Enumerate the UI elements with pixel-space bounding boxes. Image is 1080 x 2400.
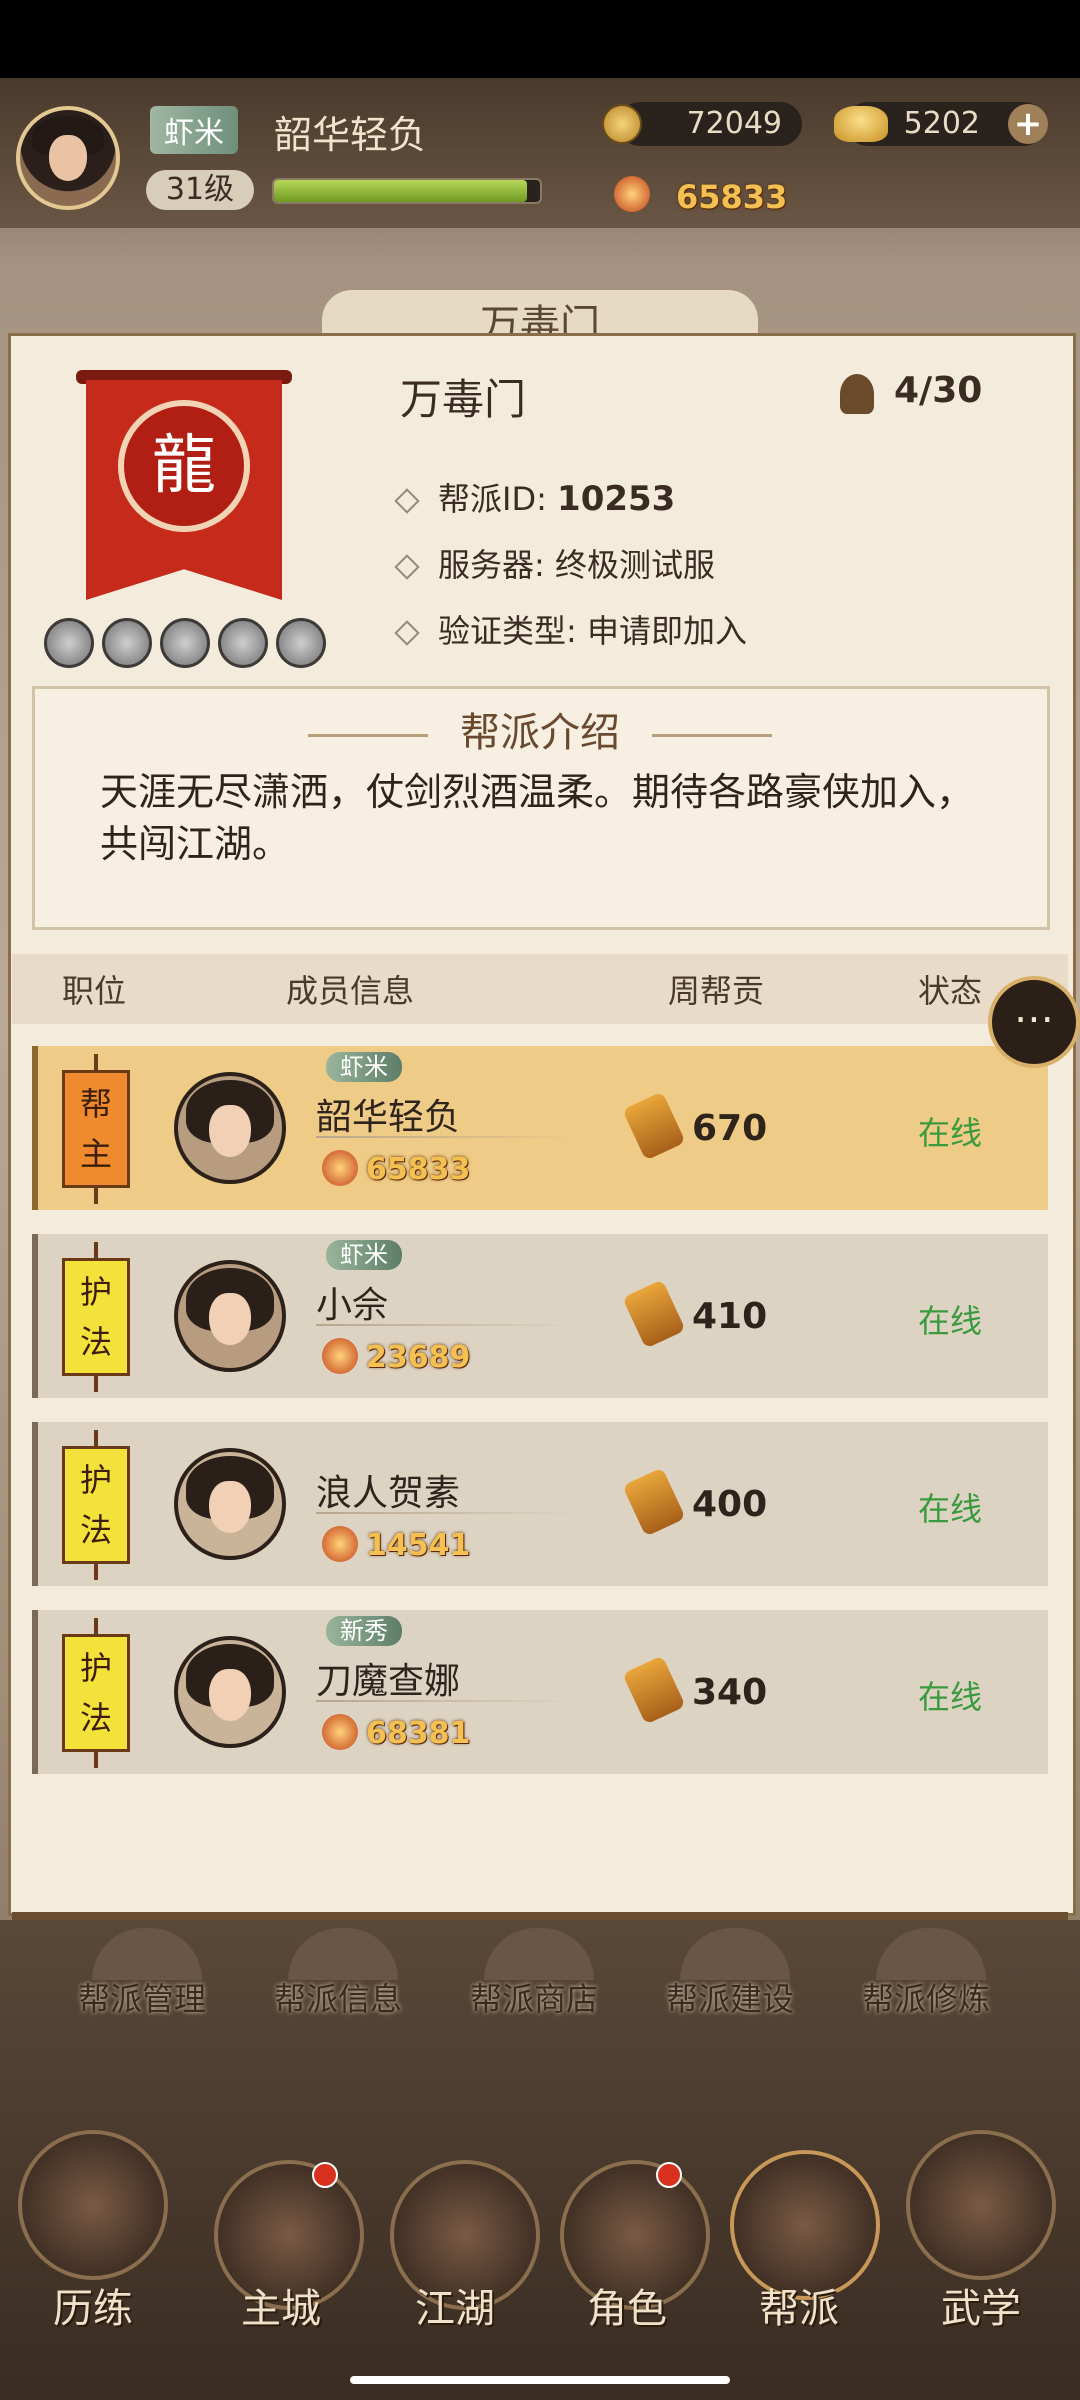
member-contribution: 410 — [692, 1296, 768, 1337]
verify-label: 验证类型: — [438, 612, 577, 650]
member-avatar[interactable] — [174, 1072, 286, 1184]
badge-icon-3 — [160, 618, 210, 668]
intro-title: 帮派介绍 — [460, 710, 620, 756]
member-status: 在线 — [918, 1678, 983, 1716]
nav-martial[interactable]: 武学 — [906, 2276, 1056, 2334]
verify-row: 验证类型: 申请即加入 — [394, 606, 747, 652]
member-status: 在线 — [918, 1490, 983, 1528]
badge-icon-5 — [276, 618, 326, 668]
member-name: 刀魔查娜 — [316, 1661, 461, 1702]
member-avatar[interactable] — [174, 1636, 286, 1748]
member-contribution: 670 — [692, 1108, 768, 1149]
name-underline — [316, 1136, 576, 1138]
guild-id-row: 帮派ID: 10253 — [394, 474, 676, 520]
player-avatar[interactable] — [16, 106, 120, 210]
diamond-bullet-icon — [394, 488, 420, 514]
role-badge: 护法 — [62, 1258, 130, 1376]
guild-cultivate-button[interactable]: 帮派修炼 — [862, 1974, 990, 2020]
nav-martial-icon[interactable] — [906, 2130, 1056, 2280]
member-avatar[interactable] — [174, 1448, 286, 1560]
member-contribution: 400 — [692, 1484, 768, 1525]
flame-icon — [322, 1714, 358, 1750]
guild-info-button[interactable]: 帮派信息 — [274, 1974, 402, 2020]
guild-build-button[interactable]: 帮派建设 — [666, 1974, 794, 2020]
role-badge: 护法 — [62, 1634, 130, 1752]
intro-text: 天涯无尽潇洒，仗剑烈酒温柔。期待各路豪侠加入，共闯江湖。 — [100, 770, 975, 866]
member-icon — [840, 374, 874, 414]
diamond-bullet-icon — [394, 620, 420, 646]
home-indicator — [350, 2376, 730, 2384]
diamond-bullet-icon — [394, 554, 420, 580]
badge-icon-1 — [44, 618, 94, 668]
flame-icon — [322, 1338, 358, 1374]
member-power: 23689 — [366, 1340, 471, 1375]
nav-city[interactable]: 主城 — [206, 2276, 356, 2334]
verify-value: 申请即加入 — [586, 612, 747, 650]
member-power: 14541 — [366, 1528, 471, 1563]
badge-icon-4 — [218, 618, 268, 668]
gold-ingot-icon — [834, 106, 888, 142]
member-rank-tag: 虾米 — [326, 1240, 402, 1270]
flame-icon — [322, 1150, 358, 1186]
nav-training[interactable]: 历练 — [18, 2276, 168, 2334]
guild-manage-button[interactable]: 帮派管理 — [78, 1974, 206, 2020]
nav-jianghu[interactable]: 江湖 — [380, 2276, 530, 2334]
role-badge: 帮主 — [62, 1070, 130, 1188]
name-underline — [316, 1324, 576, 1326]
member-table-header — [12, 954, 1068, 1024]
header-member-info: 成员信息 — [286, 972, 415, 1010]
exp-bar-fill — [274, 180, 527, 202]
server-value: 终极测试服 — [554, 546, 715, 584]
coin-icon — [602, 104, 642, 144]
header-weekly-contribution: 周帮贡 — [668, 972, 765, 1010]
member-contribution: 340 — [692, 1672, 768, 1713]
member-name: 浪人贺素 — [316, 1473, 461, 1514]
member-name: 小佘 — [316, 1285, 389, 1326]
member-rank-tag: 虾米 — [326, 1052, 402, 1082]
header-status: 状态 — [918, 972, 983, 1010]
member-name: 韶华轻负 — [316, 1097, 461, 1138]
member-status: 在线 — [918, 1114, 983, 1152]
member-status: 在线 — [918, 1302, 983, 1340]
guild-name: 万毒门 — [400, 375, 527, 424]
flame-icon — [322, 1526, 358, 1562]
nav-training-icon[interactable] — [18, 2130, 168, 2280]
player-power: 65833 — [676, 178, 788, 216]
role-badge: 护法 — [62, 1446, 130, 1564]
chat-bubble-icon[interactable]: ⋯ — [988, 976, 1080, 1068]
member-count: 4/30 — [894, 370, 983, 411]
member-power: 68381 — [366, 1716, 471, 1751]
name-underline — [316, 1700, 576, 1702]
notification-dot — [656, 2162, 682, 2188]
player-level: 31级 — [146, 170, 254, 210]
coins-display: 72049 — [618, 102, 802, 146]
member-power: 65833 — [366, 1152, 471, 1187]
server-label: 服务器: — [438, 546, 545, 584]
name-underline — [316, 1512, 576, 1514]
player-name: 韶华轻负 — [274, 113, 427, 157]
badge-icon-2 — [102, 618, 152, 668]
player-rank-tag: 虾米 — [150, 106, 238, 154]
nav-character[interactable]: 角色 — [552, 2276, 702, 2334]
guild-id-value: 10253 — [557, 479, 676, 519]
dragon-emblem-icon: 龍 — [118, 400, 250, 532]
header-role: 职位 — [62, 972, 127, 1010]
member-avatar[interactable] — [174, 1260, 286, 1372]
guild-id-label: 帮派ID: — [438, 480, 547, 518]
server-row: 服务器: 终极测试服 — [394, 540, 715, 586]
flame-icon — [614, 176, 650, 212]
panel-bottom-edge — [12, 1912, 1068, 1920]
nav-guild[interactable]: 帮派 — [724, 2276, 874, 2334]
guild-shop-button[interactable]: 帮派商店 — [470, 1974, 598, 2020]
member-rank-tag: 新秀 — [326, 1616, 402, 1646]
exp-bar — [272, 178, 542, 204]
plus-icon[interactable]: + — [1008, 104, 1048, 144]
notification-dot — [312, 2162, 338, 2188]
